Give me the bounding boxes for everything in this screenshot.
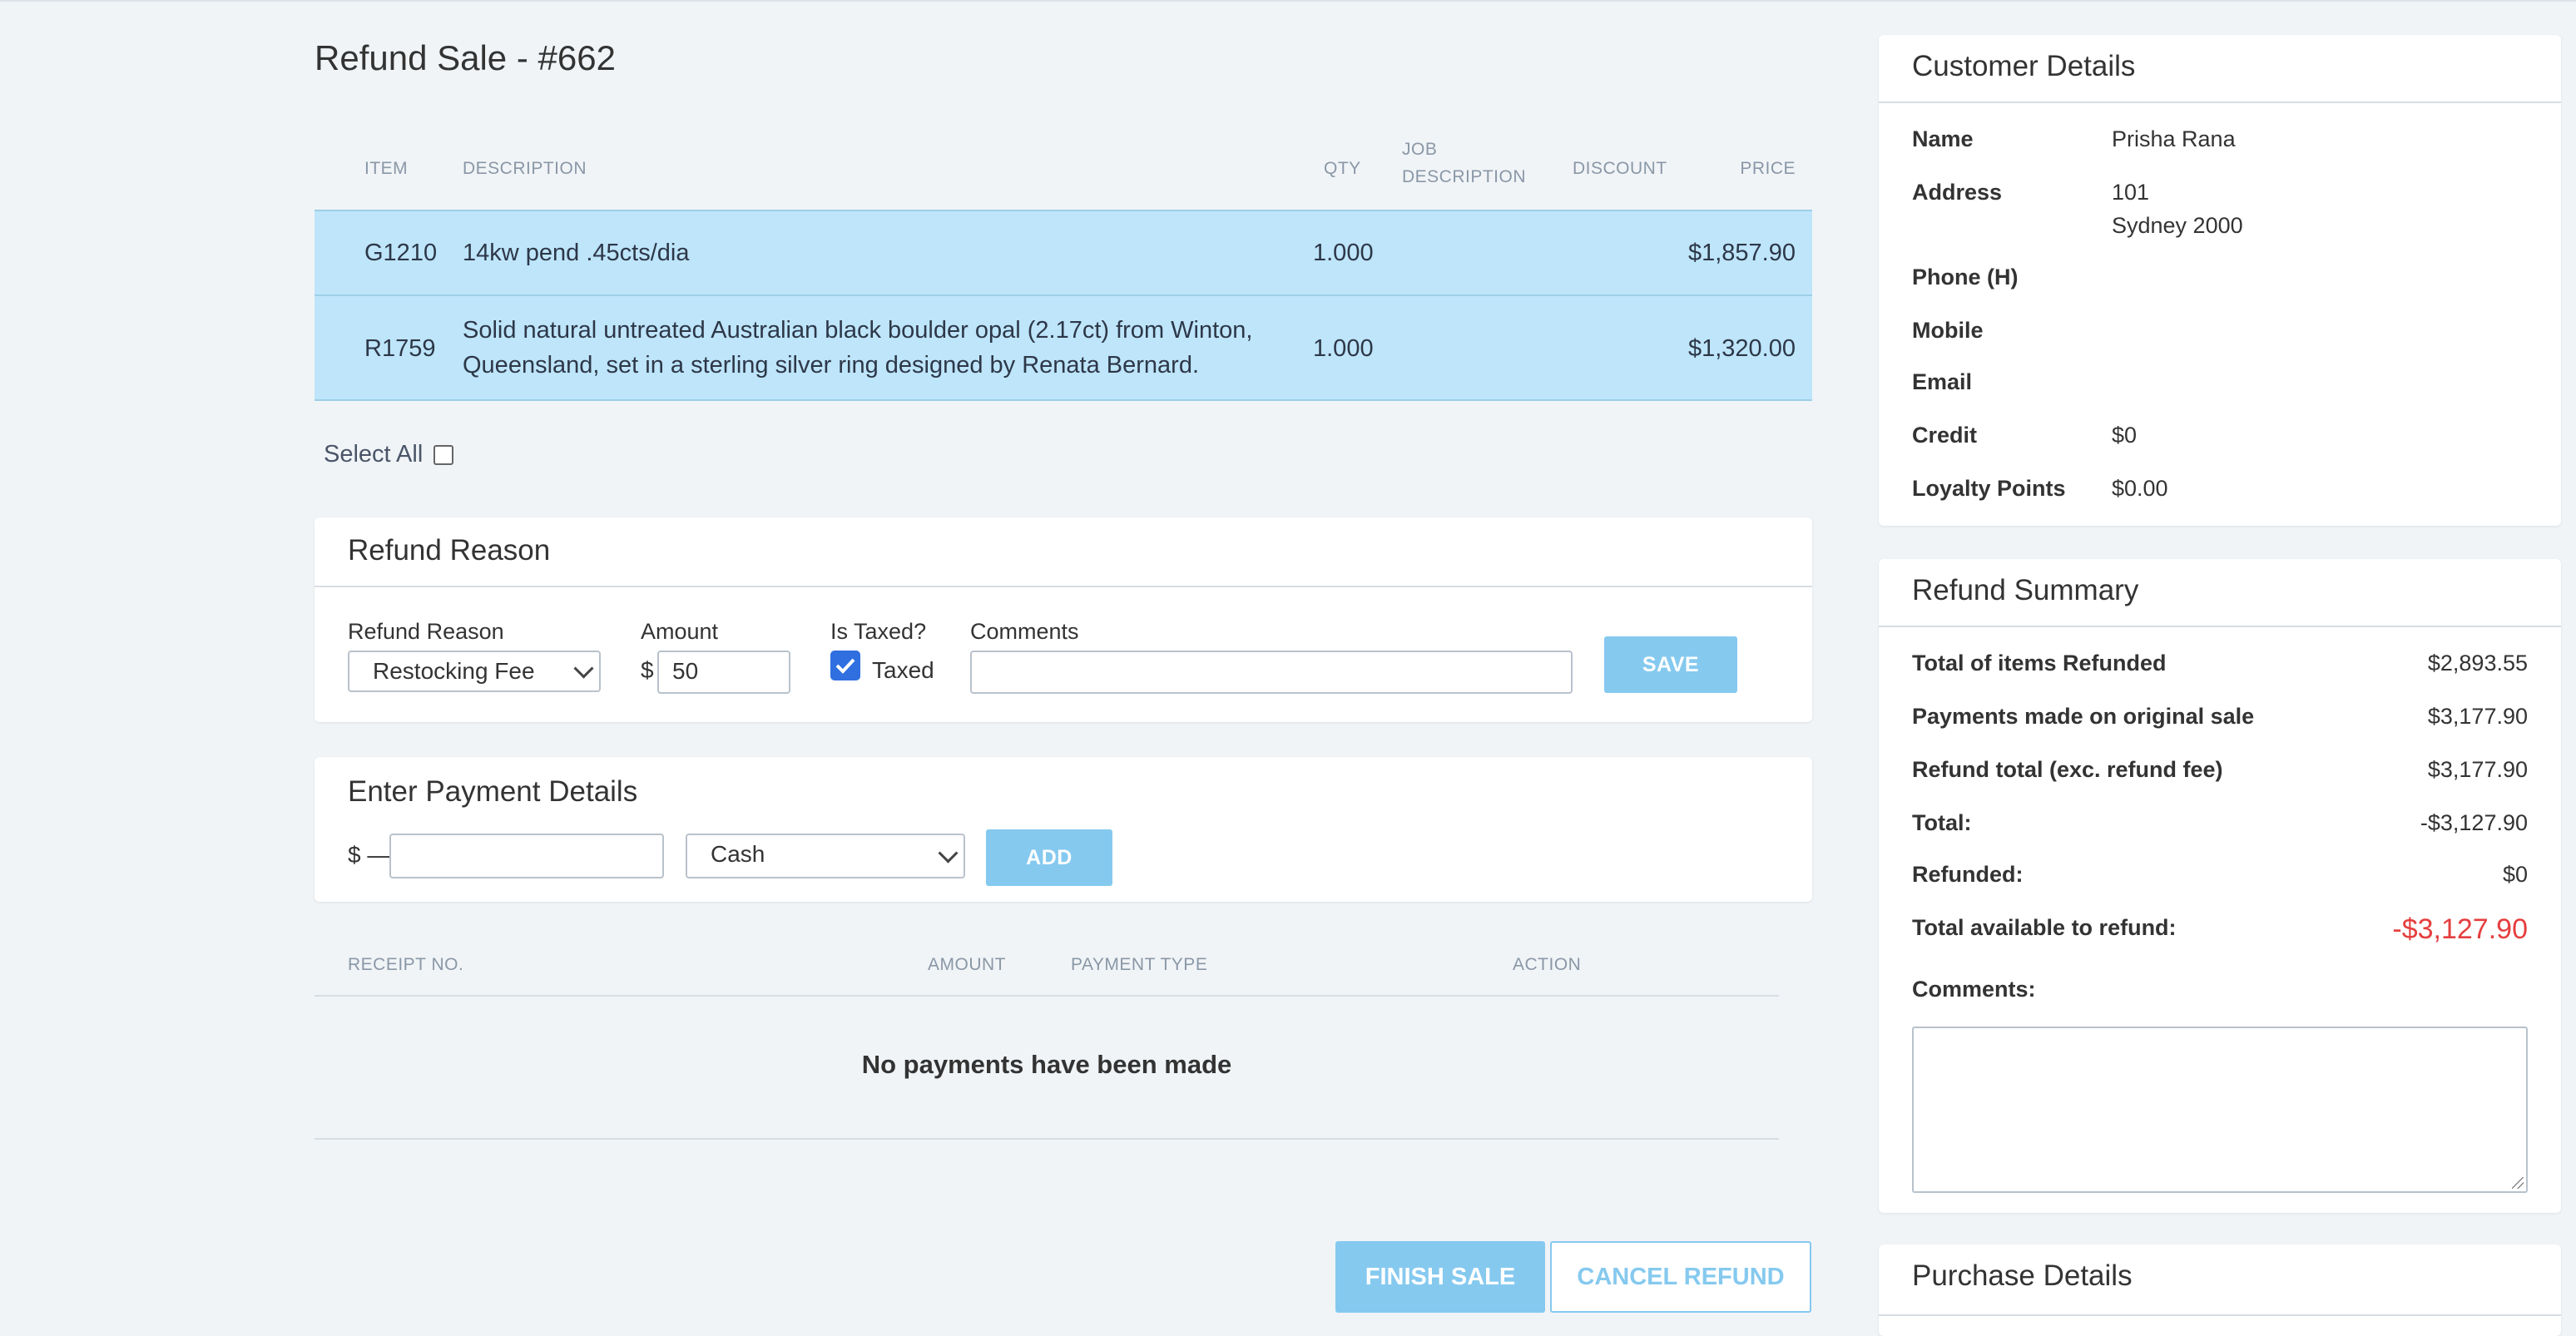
- select-all-checkbox[interactable]: [433, 445, 453, 465]
- chevron-down-icon: [573, 658, 594, 679]
- col-description: DESCRIPTION: [463, 159, 587, 178]
- loyalty-points-label: Loyalty Points: [1912, 476, 2066, 501]
- mobile-label: Mobile: [1912, 318, 1984, 343]
- refund-reason-select[interactable]: Restocking Fee: [348, 651, 601, 692]
- table-row[interactable]: G1210 14kw pend .45cts/dia 1.000 $1,857.…: [315, 210, 1812, 294]
- refund-reason-panel: Refund Reason Refund Reason Restocking F…: [315, 517, 1812, 722]
- finish-sale-button[interactable]: FINISH SALE: [1335, 1241, 1545, 1313]
- total-available-value: -$3,127.90: [2392, 913, 2528, 945]
- total-items-refunded-label: Total of items Refunded: [1912, 651, 2167, 675]
- col-payment-type: PAYMENT TYPE: [1071, 955, 1208, 974]
- col-job-description-1: JOB: [1402, 140, 1438, 159]
- payment-details-panel: Enter Payment Details $ — Cash ADD: [315, 757, 1812, 902]
- phone-label: Phone (H): [1912, 265, 2019, 289]
- name-label: Name: [1912, 126, 1974, 151]
- divider: [315, 995, 1779, 997]
- taxed-checkbox[interactable]: [830, 651, 860, 680]
- summary-comments-label: Comments:: [1912, 977, 2036, 1002]
- col-item: ITEM: [364, 159, 409, 178]
- refunded-label: Refunded:: [1912, 862, 2024, 887]
- total-available-label: Total available to refund:: [1912, 915, 2177, 940]
- col-discount: DISCOUNT: [1573, 159, 1667, 178]
- comments-input[interactable]: [970, 651, 1573, 694]
- refund-total-value: $3,177.90: [2427, 757, 2528, 782]
- credit-value: $0: [2112, 423, 2138, 448]
- item-code: G1210: [364, 240, 438, 266]
- total-items-refunded-value: $2,893.55: [2427, 651, 2528, 675]
- divider: [1879, 101, 2561, 103]
- col-qty: QTY: [1324, 159, 1361, 178]
- cancel-refund-button[interactable]: CANCEL REFUND: [1550, 1241, 1811, 1313]
- items-table-header: ITEM DESCRIPTION QTY JOB DESCRIPTION DIS…: [315, 133, 1812, 210]
- col-receipt-no: RECEIPT NO.: [348, 955, 464, 974]
- item-code: R1759: [364, 335, 436, 362]
- is-taxed-label: Is Taxed?: [830, 619, 927, 644]
- add-payment-button[interactable]: ADD: [986, 829, 1112, 886]
- divider: [1879, 1314, 2561, 1316]
- total-value: -$3,127.90: [2420, 810, 2528, 835]
- payment-method-value: Cash: [711, 841, 765, 867]
- divider: [1879, 626, 2561, 627]
- amount-input[interactable]: 50: [657, 651, 790, 694]
- payment-method-select[interactable]: Cash: [686, 834, 965, 878]
- payment-amount-input[interactable]: [389, 834, 664, 878]
- comments-label: Comments: [970, 619, 1079, 644]
- refund-reason-label: Refund Reason: [348, 619, 504, 644]
- check-icon: [835, 658, 855, 674]
- purchase-details-title: Purchase Details: [1912, 1259, 2133, 1292]
- items-table: G1210 14kw pend .45cts/dia 1.000 $1,857.…: [315, 210, 1812, 401]
- amount-prefix: $: [641, 657, 654, 683]
- purchase-details-panel: Purchase Details: [1879, 1244, 2561, 1336]
- page-title: Refund Sale - #662: [315, 38, 616, 77]
- refunded-value: $0: [2502, 862, 2528, 887]
- col-job-description-2: DESCRIPTION: [1402, 167, 1527, 186]
- col-action: ACTION: [1513, 955, 1582, 974]
- refund-reason-title: Refund Reason: [348, 534, 551, 567]
- item-description-line1: Solid natural untreated Australian black…: [463, 317, 1253, 344]
- taxed-checkbox-label: Taxed: [872, 657, 934, 683]
- customer-details-title: Customer Details: [1912, 50, 2136, 82]
- address-line2: Sydney 2000: [2112, 213, 2243, 238]
- refund-summary-panel: Refund Summary Total of items Refunded $…: [1879, 559, 2561, 1213]
- item-description: 14kw pend .45cts/dia: [463, 240, 690, 266]
- table-row[interactable]: R1759 Solid natural untreated Australian…: [315, 294, 1812, 401]
- payments-original-value: $3,177.90: [2427, 704, 2528, 729]
- empty-payments-message: No payments have been made: [861, 1050, 1232, 1079]
- address-line1: 101: [2112, 180, 2150, 205]
- divider: [315, 1138, 1779, 1140]
- address-label: Address: [1912, 180, 2003, 205]
- resize-handle-icon[interactable]: [2512, 1177, 2524, 1189]
- name-value: Prisha Rana: [2112, 126, 2236, 151]
- col-price: PRICE: [1740, 159, 1796, 178]
- refund-total-label: Refund total (exc. refund fee): [1912, 757, 2223, 782]
- top-border: [0, 0, 2576, 2]
- payment-amount-prefix: $ —: [348, 842, 391, 868]
- chevron-down-icon: [938, 843, 959, 863]
- col-amount: AMOUNT: [928, 955, 1006, 974]
- customer-details-panel: Customer Details Name Prisha Rana Addres…: [1879, 35, 2561, 526]
- divider: [315, 586, 1812, 587]
- total-label: Total:: [1912, 810, 1972, 835]
- credit-label: Credit: [1912, 423, 1978, 448]
- loyalty-points-value: $0.00: [2112, 476, 2168, 501]
- payments-original-label: Payments made on original sale: [1912, 704, 2255, 729]
- payment-details-title: Enter Payment Details: [348, 775, 638, 808]
- amount-value: 50: [672, 658, 699, 684]
- item-qty: 1.000: [1313, 240, 1374, 266]
- amount-label: Amount: [641, 619, 719, 644]
- item-description-line2: Queensland, set in a sterling silver rin…: [463, 352, 1200, 379]
- item-qty: 1.000: [1313, 335, 1374, 362]
- email-label: Email: [1912, 369, 1973, 394]
- item-price: $1,857.90: [1687, 240, 1796, 266]
- item-price: $1,320.00: [1687, 335, 1796, 362]
- refund-reason-value: Restocking Fee: [373, 658, 535, 684]
- summary-comments-textarea[interactable]: [1912, 1027, 2528, 1193]
- save-button[interactable]: SAVE: [1604, 636, 1737, 693]
- refund-summary-title: Refund Summary: [1912, 574, 2139, 606]
- select-all-label: Select All: [324, 441, 424, 468]
